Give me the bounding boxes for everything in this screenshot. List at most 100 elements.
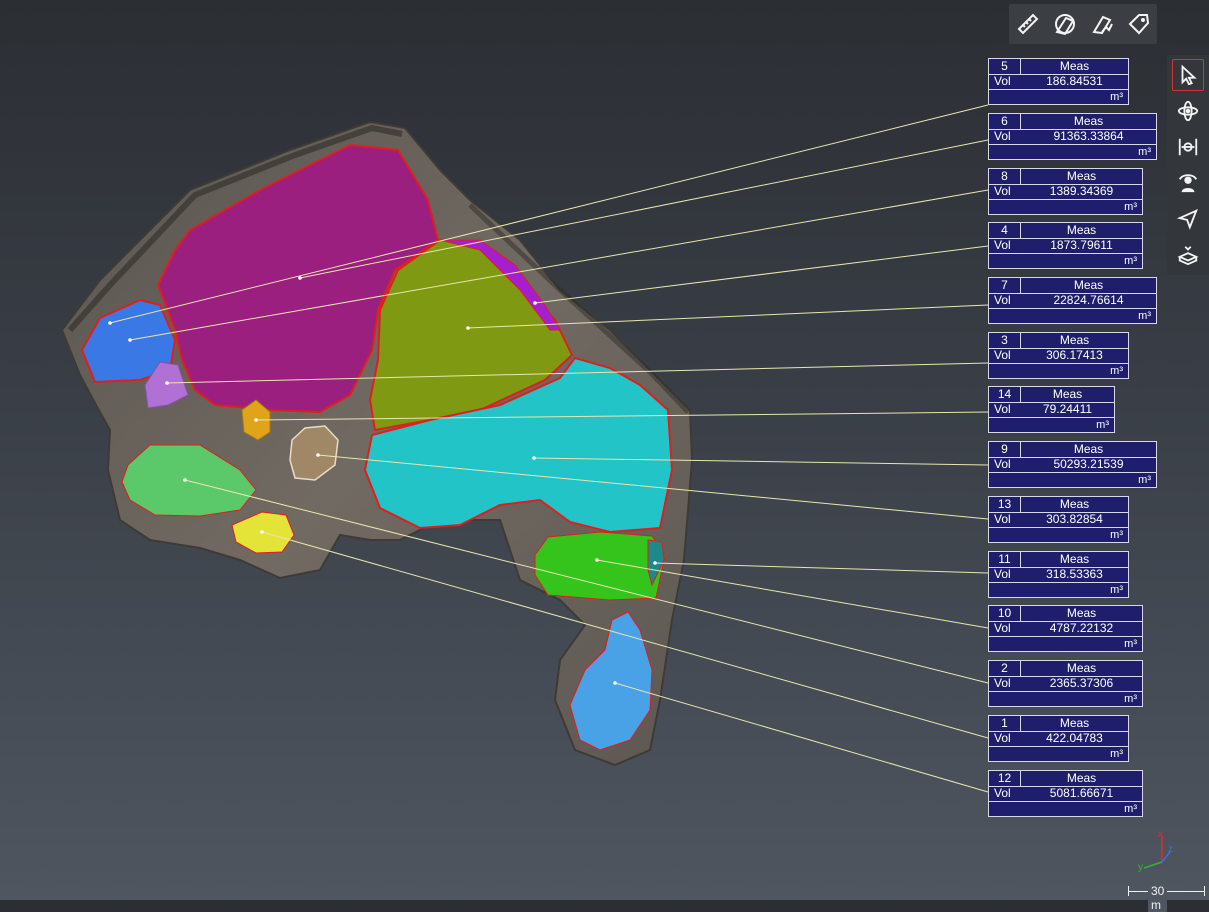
anchor-13 [316,453,320,457]
measurement-type: Meas [1059,552,1090,566]
vol-label: Vol [994,731,1011,745]
unit-label: m³ [1124,255,1137,267]
vol-label: Vol [994,74,1011,88]
z-axis-label: x [1158,829,1163,840]
unit-label: m³ [1110,529,1123,541]
orbit-button[interactable] [1172,95,1204,127]
region-10-green[interactable] [534,531,666,601]
volume-measure-button[interactable] [1050,9,1080,39]
anchor-2 [183,478,187,482]
measurement-id: 5 [989,59,1021,74]
profile-measure-icon [1091,15,1113,35]
ruler-button[interactable] [1013,9,1043,39]
volume-value: 306.17413 [1046,348,1103,362]
anchor-11 [653,561,657,565]
measurement-label[interactable]: 2 Meas Vol 2365.37306 m³ [988,660,1143,707]
vol-label: Vol [994,676,1011,690]
navigation-toolbar [1167,55,1209,275]
measurement-id: 8 [989,169,1021,184]
vol-label: Vol [994,293,1011,307]
measurement-label[interactable]: 9 Meas Vol 50293.21539 m³ [988,441,1157,488]
vol-label: Vol [994,457,1011,471]
leader-12 [614,682,989,793]
measurement-type: Meas [1073,114,1104,128]
measurement-type: Meas [1066,606,1097,620]
measurement-label[interactable]: 7 Meas Vol 22824.76614 m³ [988,277,1157,324]
unit-label: m³ [1124,803,1137,815]
scale-label: 30 m [1148,884,1168,912]
measurement-id: 13 [989,497,1021,512]
vol-label: Vol [994,184,1011,198]
walk-button[interactable] [1172,167,1204,199]
vol-label: Vol [994,402,1011,416]
measurement-label[interactable]: 13 Meas Vol 303.82854 m³ [988,496,1129,543]
fly-button[interactable] [1172,203,1204,235]
anchor-6 [298,276,302,280]
profile-measure-button[interactable] [1087,9,1117,39]
y-axis-label: z [1168,844,1173,855]
pan-fit-button[interactable] [1172,131,1204,163]
anchor-3 [165,381,169,385]
leader-11 [654,562,989,574]
volume-value: 5081.66671 [1049,786,1114,800]
volume-value: 1873.79611 [1050,238,1113,252]
measurement-type: Meas [1059,716,1090,730]
tag-button[interactable] [1124,9,1154,39]
measurement-label[interactable]: 1 Meas Vol 422.04783 m³ [988,715,1129,762]
orbit-icon [1177,100,1199,122]
measurement-id: 4 [989,223,1021,238]
unit-label: m³ [1138,146,1151,158]
measurement-label[interactable]: 14 Meas Vol 79.24411 m³ [988,386,1115,433]
measurement-type: Meas [1059,333,1090,347]
vol-label: Vol [994,512,1011,526]
unit-label: m³ [1110,748,1123,760]
unit-label: m³ [1110,584,1123,596]
measurement-label[interactable]: 10 Meas Vol 4787.22132 m³ [988,605,1143,652]
volume-value: 79.24411 [1042,402,1093,416]
unit-label: m³ [1110,91,1123,103]
vol-label: Vol [994,567,1011,581]
measure-toolbar [1009,4,1157,44]
measurement-label[interactable]: 11 Meas Vol 318.53363 m³ [988,551,1129,598]
vol-label: Vol [994,238,1011,252]
volume-value: 4787.22132 [1049,621,1114,635]
measurement-type: Meas [1059,59,1090,73]
x-axis [1143,861,1163,869]
volume-value: 318.53363 [1046,567,1103,581]
anchor-1 [260,530,264,534]
measurement-type: Meas [1073,278,1104,292]
measurement-label[interactable]: 5 Meas Vol 186.84531 m³ [988,58,1129,105]
vol-label: Vol [994,786,1011,800]
measurement-id: 10 [989,606,1021,621]
volume-measure-icon [1054,14,1075,36]
select-pointer-icon [1181,64,1197,86]
x-axis-label: y [1138,862,1143,873]
leader-4 [534,245,989,304]
vol-label: Vol [994,348,1011,362]
measurement-label[interactable]: 12 Meas Vol 5081.66671 m³ [988,770,1143,817]
volume-value: 1389.34369 [1049,184,1114,198]
anchor-10 [595,558,599,562]
measurement-label[interactable]: 3 Meas Vol 306.17413 m³ [988,332,1129,379]
unit-label: m³ [1124,693,1137,705]
measurement-type: Meas [1066,771,1097,785]
unit-label: m³ [1110,365,1123,377]
scale-right-tick [1204,886,1205,896]
measurement-id: 1 [989,716,1021,731]
volume-value: 303.82854 [1046,512,1103,526]
unit-label: m³ [1124,201,1137,213]
vol-label: Vol [994,129,1011,143]
unit-label: m³ [1138,310,1151,322]
unit-label: m³ [1124,638,1137,650]
measurement-label[interactable]: 4 Meas Vol 1873.79611 m³ [988,222,1143,269]
select-pointer-button[interactable] [1172,59,1204,91]
volume-value: 422.04783 [1046,731,1103,745]
unit-label: m³ [1138,474,1151,486]
measurement-label[interactable]: 6 Meas Vol 91363.33864 m³ [988,113,1157,160]
measurement-id: 7 [989,278,1021,293]
measurement-type: Meas [1059,497,1090,511]
tag-icon [1128,14,1149,35]
eraser-button[interactable] [1172,239,1204,271]
measurement-label[interactable]: 8 Meas Vol 1389.34369 m³ [988,168,1143,215]
walk-person-icon [1178,174,1198,193]
